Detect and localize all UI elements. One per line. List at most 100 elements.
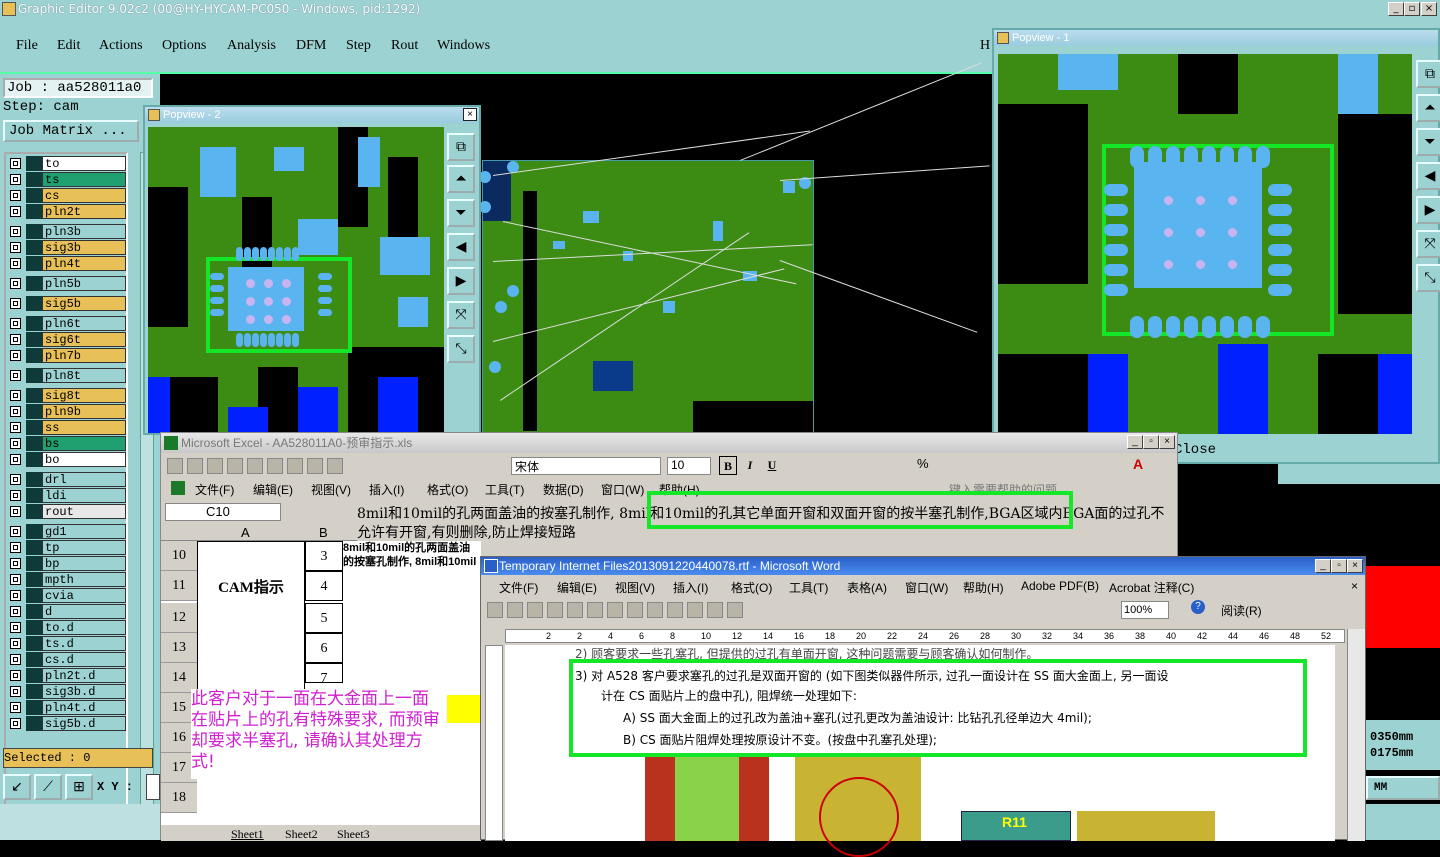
layer-row[interactable]: bs [8, 436, 126, 451]
layer-row[interactable]: pln3b [8, 224, 126, 239]
layer-toggle[interactable] [26, 504, 42, 519]
menu-table[interactable]: 表格(A) [847, 579, 887, 596]
layer-name[interactable]: pln4t [42, 256, 126, 271]
layer-toggle[interactable] [26, 276, 42, 291]
layer-toggle[interactable] [26, 316, 42, 331]
paste-icon[interactable] [667, 602, 683, 618]
layer-checkbox[interactable] [10, 542, 21, 553]
menu-window[interactable]: 窗口(W) [601, 481, 644, 498]
menu-adobe-pdf[interactable]: Adobe PDF(B) [1021, 579, 1099, 593]
layer-row[interactable]: rout [8, 504, 126, 519]
layer-toggle[interactable] [26, 332, 42, 347]
layer-toggle[interactable] [26, 204, 42, 219]
menu-file[interactable]: File [16, 38, 38, 54]
pan-down-icon[interactable]: ⏷ [447, 199, 475, 227]
layer-name[interactable]: sig5b [42, 296, 126, 311]
layer-checkbox[interactable] [10, 558, 21, 569]
layer-toggle[interactable] [26, 436, 42, 451]
layer-toggle[interactable] [26, 556, 42, 571]
pan-up-icon[interactable]: ⏶ [447, 165, 475, 193]
job-field[interactable]: Job : aa528011a0 [3, 78, 153, 98]
menu-edit[interactable]: Edit [57, 38, 80, 54]
layer-checkbox[interactable] [10, 622, 21, 633]
menu-insert[interactable]: 插入(I) [369, 481, 404, 498]
layer-name[interactable]: d [42, 604, 126, 619]
layer-checkbox[interactable] [10, 370, 21, 381]
layer-name[interactable]: cs.d [42, 652, 126, 667]
popview-2-canvas[interactable] [148, 127, 444, 433]
layer-checkbox[interactable] [10, 278, 21, 289]
layer-row[interactable]: pln5b [8, 276, 126, 291]
layer-checkbox[interactable] [10, 334, 21, 345]
layer-row[interactable]: sig3b.d [8, 684, 126, 699]
layer-toggle[interactable] [26, 156, 42, 171]
font-size-select[interactable]: 10 [667, 457, 711, 475]
row-header[interactable]: 12 [161, 603, 197, 633]
layer-row[interactable]: cs.d [8, 652, 126, 667]
layer-row[interactable]: to.d [8, 620, 126, 635]
layer-row[interactable]: d [8, 604, 126, 619]
spell-icon[interactable] [267, 458, 283, 474]
layer-row[interactable]: bp [8, 556, 126, 571]
underline-icon[interactable]: U [763, 456, 781, 475]
layer-name[interactable]: cs [42, 188, 126, 203]
maximize-icon[interactable]: ▫ [1143, 435, 1159, 449]
new-icon[interactable] [167, 458, 183, 474]
layer-checkbox[interactable] [10, 590, 21, 601]
pan-left-icon[interactable]: ◀ [1416, 162, 1440, 190]
layer-toggle[interactable] [26, 404, 42, 419]
layer-checkbox[interactable] [10, 390, 21, 401]
layer-toggle[interactable] [26, 684, 42, 699]
menu-analysis[interactable]: Analysis [227, 38, 276, 54]
layer-name[interactable]: sig5b.d [42, 716, 126, 731]
layer-name[interactable]: pln2t.d [42, 668, 126, 683]
measure-icon[interactable]: ⟋ [34, 774, 62, 800]
preview-icon[interactable] [247, 458, 263, 474]
menu-window[interactable]: 窗口(W) [905, 579, 948, 596]
layer-toggle[interactable] [26, 472, 42, 487]
bold-icon[interactable]: B [719, 456, 737, 475]
layer-name[interactable]: ldi [42, 488, 126, 503]
layer-name[interactable]: bo [42, 452, 126, 467]
menu-dfm[interactable]: DFM [296, 38, 326, 54]
layer-name[interactable]: pln3b [42, 224, 126, 239]
layer-checkbox[interactable] [10, 702, 21, 713]
menu-options[interactable]: Options [162, 38, 206, 54]
save-icon[interactable] [527, 602, 543, 618]
layer-toggle[interactable] [26, 700, 42, 715]
menu-format[interactable]: 格式(O) [427, 481, 468, 498]
layer-row[interactable]: pln4t.d [8, 700, 126, 715]
read-mode-button[interactable]: 阅读(R) [1221, 602, 1262, 619]
units-select[interactable]: MM [1366, 776, 1440, 800]
layer-checkbox[interactable] [10, 406, 21, 417]
layer-name[interactable]: sig6t [42, 332, 126, 347]
layer-toggle[interactable] [26, 224, 42, 239]
zoom-in-icon[interactable]: ⤧ [1416, 230, 1440, 258]
layer-checkbox[interactable] [10, 526, 21, 537]
menu-edit[interactable]: 编辑(E) [253, 481, 293, 498]
row-header[interactable]: 10 [161, 541, 197, 571]
layer-row[interactable]: pln7b [8, 348, 126, 363]
copy-icon[interactable] [307, 458, 323, 474]
row-header[interactable]: 18 [161, 783, 197, 813]
popview-1-canvas[interactable] [998, 54, 1412, 434]
row-header[interactable]: 13 [161, 633, 197, 663]
layer-toggle[interactable] [26, 388, 42, 403]
layer-name[interactable]: drl [42, 472, 126, 487]
layer-toggle[interactable] [26, 540, 42, 555]
layer-toggle[interactable] [26, 256, 42, 271]
c10-cell-text[interactable]: 8mil和10mil的孔两面盖油的按塞孔制作, 8mil和10mil的孔其它单面… [343, 541, 481, 569]
layer-checkbox[interactable] [10, 174, 21, 185]
close-icon[interactable]: × [1347, 559, 1363, 573]
layer-name[interactable]: sig8t [42, 388, 126, 403]
layer-checkbox[interactable] [10, 318, 21, 329]
layer-name[interactable]: ts.d [42, 636, 126, 651]
layer-name[interactable]: pln8t [42, 368, 126, 383]
layer-row[interactable]: ts.d [8, 636, 126, 651]
word-scrollbar[interactable] [1347, 629, 1365, 841]
layer-checkbox[interactable] [10, 654, 21, 665]
job-matrix-button[interactable]: Job Matrix ... [3, 120, 139, 142]
layer-toggle[interactable] [26, 368, 42, 383]
layer-checkbox[interactable] [10, 606, 21, 617]
print-icon[interactable] [227, 458, 243, 474]
